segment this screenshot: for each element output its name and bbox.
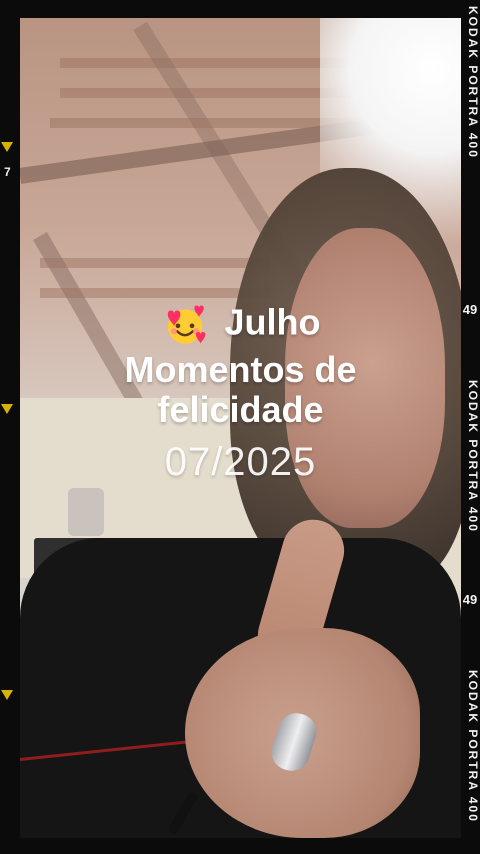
caption-overlay: Julho Momentos de felicidade 07/2025: [20, 300, 461, 486]
film-brand-top: KODAK PORTRA 400: [466, 6, 480, 159]
film-frame-number-mid: 49: [462, 592, 478, 607]
smiling-face-with-hearts-icon: [160, 300, 210, 350]
roof-tile: [40, 288, 270, 298]
kettle: [68, 488, 104, 536]
caption-line-1: Julho: [20, 300, 461, 350]
film-brand-mid: KODAK PORTRA 400: [466, 380, 480, 533]
film-marker-triangle-low: [1, 690, 13, 700]
caption-month: Julho: [224, 301, 321, 343]
caption-line-3: felicidade: [157, 389, 324, 430]
film-frame: KODAK PORTRA 400 49 KODAK PORTRA 400 49 …: [0, 0, 480, 854]
film-marker-triangle-mid: [1, 404, 13, 414]
caption-line-2: Momentos de: [124, 349, 357, 390]
film-marker-triangle-top: [1, 142, 13, 152]
roof-tile: [40, 258, 270, 268]
film-brand-low: KODAK PORTRA 400: [466, 670, 480, 823]
roof-tile: [60, 58, 360, 68]
film-marker-number: 7: [4, 165, 11, 179]
caption-date: 07/2025: [164, 440, 317, 484]
film-frame-number-top: 49: [462, 302, 478, 317]
